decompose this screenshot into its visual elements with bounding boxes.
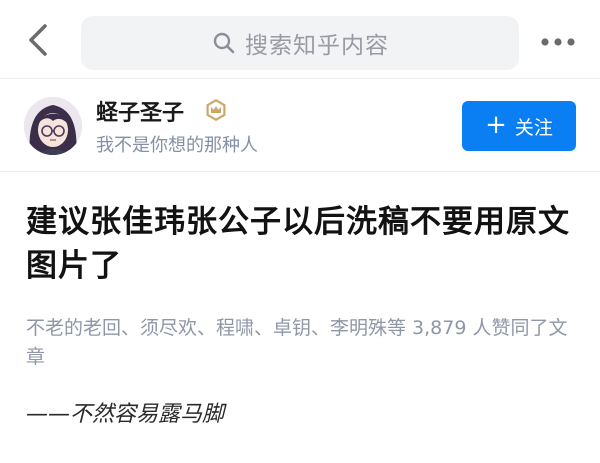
plus-icon: + <box>485 109 507 140</box>
follow-button[interactable]: + 关注 <box>462 101 576 151</box>
back-button[interactable] <box>18 20 58 60</box>
author-info-row: 蛏子圣子 我不是你想的那种人 + 关注 <box>0 79 600 172</box>
chevron-left-icon <box>29 24 47 56</box>
more-dots-icon <box>541 38 575 46</box>
avatar[interactable] <box>24 97 82 155</box>
article-title: 建议张佳玮张公子以后洗稿不要用原文图片了 <box>26 204 570 284</box>
more-options-button[interactable] <box>538 30 578 54</box>
article-page: 搜索知乎内容 蛏子圣子 我不是你想的那种人 + 关注 建议张佳玮张公子以后洗稿不… <box>0 0 600 463</box>
search-icon <box>211 30 237 56</box>
search-input[interactable]: 搜索知乎内容 <box>81 16 519 70</box>
article-quote: ——不然容易露马脚 <box>26 402 225 427</box>
author-name[interactable]: 蛏子圣子 <box>96 95 184 127</box>
likes-summary[interactable]: 不老的老回、须尽欢、程啸、卓钥、李明殊等 3,879 人赞同了文章 <box>26 314 578 372</box>
search-placeholder: 搜索知乎内容 <box>245 33 389 59</box>
crown-badge-icon <box>204 98 228 122</box>
author-bio: 我不是你想的那种人 <box>96 135 258 156</box>
top-navigation-bar: 搜索知乎内容 <box>0 0 600 79</box>
follow-label: 关注 <box>514 116 553 139</box>
